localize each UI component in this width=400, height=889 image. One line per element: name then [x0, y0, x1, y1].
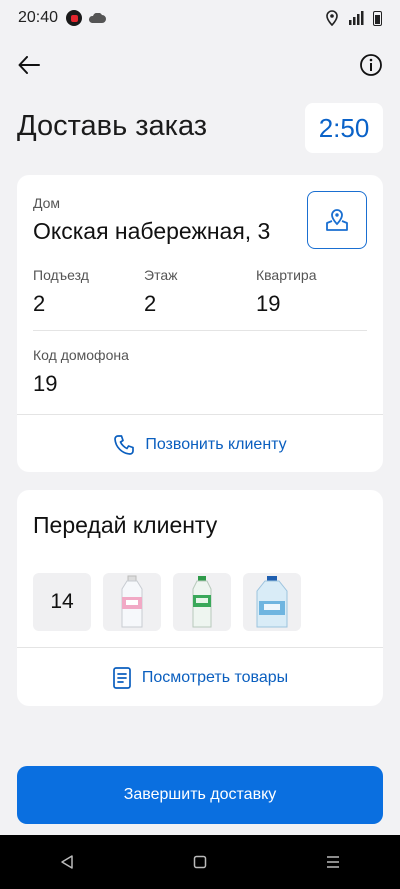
view-goods-button[interactable]: Посмотреть товары: [17, 660, 383, 696]
nav-recents-button[interactable]: [318, 847, 348, 877]
divider: [17, 414, 383, 415]
system-nav-bar: [0, 835, 400, 889]
water-bottle-pink-image: [121, 575, 143, 628]
handover-title: Передай клиенту: [33, 512, 218, 538]
signal-icon: [349, 11, 364, 25]
arrow-left-icon: [18, 56, 40, 74]
status-time: 20:40: [18, 9, 59, 26]
floor-label: Этаж: [144, 267, 178, 283]
intercom-label: Код домофона: [33, 347, 129, 363]
view-goods-label: Посмотреть товары: [141, 669, 289, 686]
info-icon: [360, 54, 382, 76]
intercom-field: Код домофона 19: [33, 347, 129, 397]
items-row: 14: [33, 573, 301, 631]
apartment-field: Квартира 19: [256, 267, 317, 317]
product-thumbnail[interactable]: [103, 573, 161, 631]
top-bar: [0, 46, 400, 82]
battery-icon: [373, 10, 382, 26]
status-icons: [325, 10, 382, 26]
triangle-back-icon: [60, 855, 73, 869]
map-pin-icon: [326, 209, 348, 231]
phone-icon: [114, 435, 135, 455]
entrance-field: Подъезд 2: [33, 267, 89, 317]
water-bottle-green-image: [192, 576, 212, 628]
divider: [17, 647, 383, 648]
product-thumbnail[interactable]: [243, 573, 301, 631]
floor-value: 2: [144, 291, 157, 316]
apartment-label: Квартира: [256, 267, 317, 283]
intercom-value: 19: [33, 371, 58, 396]
address-card: Дом Окская набережная, 3 Подъезд 2 Этаж …: [17, 175, 383, 472]
info-button[interactable]: [356, 50, 386, 80]
nav-home-button[interactable]: [185, 847, 215, 877]
house-label: Дом: [33, 195, 61, 211]
call-client-button[interactable]: Позвонить клиенту: [17, 427, 383, 463]
status-bar: 20:40: [0, 0, 400, 36]
cloud-icon: [89, 13, 107, 23]
items-count: 14: [33, 573, 91, 631]
notification-app-icon: [66, 10, 83, 26]
page-title: Доставь заказ: [17, 110, 208, 142]
house-value: Окская набережная, 3: [33, 218, 271, 244]
delivery-timer: 2:50: [305, 103, 383, 153]
map-button[interactable]: [307, 191, 367, 249]
menu-lines-icon: [327, 856, 340, 868]
entrance-label: Подъезд: [33, 267, 89, 283]
water-jug-blue-image: [256, 576, 288, 628]
back-button[interactable]: [14, 50, 44, 80]
call-client-label: Позвонить клиенту: [145, 436, 287, 453]
complete-delivery-button[interactable]: Завершить доставку: [17, 766, 383, 824]
apartment-value: 19: [256, 291, 281, 316]
document-icon: [112, 667, 131, 689]
floor-field: Этаж 2: [144, 267, 177, 317]
handover-card: Передай клиенту 14 Посмотреть товары: [17, 490, 383, 706]
entrance-value: 2: [33, 291, 46, 316]
nav-back-button[interactable]: [52, 847, 82, 877]
product-thumbnail[interactable]: [173, 573, 231, 631]
divider: [33, 330, 367, 331]
square-home-icon: [193, 855, 207, 869]
location-icon: [326, 10, 338, 26]
